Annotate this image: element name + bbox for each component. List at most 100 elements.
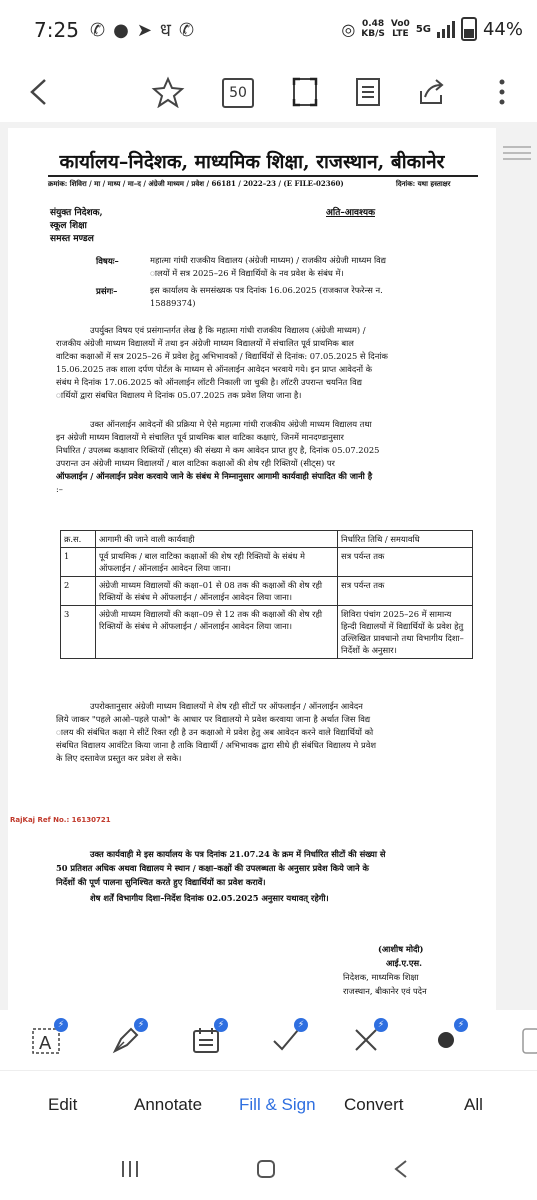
table-cell: 1 bbox=[60, 547, 96, 577]
page-zoom-button[interactable]: 50 bbox=[222, 78, 254, 108]
para2-line: निर्धारित / उपलब्ध कक्षावार रिक्तियों (स… bbox=[56, 445, 380, 455]
tab-all[interactable]: All bbox=[464, 1095, 483, 1115]
tab-edit[interactable]: Edit bbox=[48, 1095, 77, 1115]
premium-bolt-icon: ⚡ bbox=[294, 1018, 308, 1032]
fullscreen-button[interactable] bbox=[285, 72, 325, 112]
para4-line: निर्देशों की पूर्ण पालना सुनिश्चित करते … bbox=[56, 877, 266, 887]
ai-assistant-button[interactable] bbox=[148, 72, 188, 112]
context-label: प्रसंगः– bbox=[96, 287, 118, 297]
address-line-1: संयुक्त निदेशक, bbox=[50, 208, 103, 218]
sparkle-star-icon bbox=[151, 76, 185, 108]
signatory-name: (आशीष मोदी) bbox=[378, 944, 424, 954]
subject-line-1: महात्मा गांधी राजकीय विद्यालय (अंग्रेजी … bbox=[150, 255, 386, 265]
table-header: निर्धारित तिथि / समयावधि bbox=[337, 530, 473, 548]
tab-convert[interactable]: Convert bbox=[344, 1095, 404, 1115]
table-header-row: क्र.स. आगामी की जाने वाली कार्यवाही निर्… bbox=[60, 530, 473, 548]
para3-line: ालय की संबंधित कक्षा मे सीटें रिक्त रही … bbox=[56, 727, 374, 737]
system-nav-bar bbox=[0, 1140, 537, 1200]
document-viewer[interactable]: कार्यालय–निदेशक, माध्यमिक शिक्षा, राजस्थ… bbox=[0, 122, 537, 1010]
para3-line: के लिए दस्तावेज प्रस्तुत कर प्रवेश ले सक… bbox=[56, 753, 182, 763]
fill-sign-tools: A ⚡ ⚡ ⚡ ⚡ ⚡ ⚡ bbox=[0, 1010, 537, 1070]
home-icon bbox=[257, 1160, 275, 1178]
text-field-tool[interactable]: A ⚡ bbox=[24, 1018, 68, 1060]
bottom-tab-bar: Edit Annotate Fill & Sign Convert All bbox=[0, 1070, 537, 1141]
table-row: 3 अंग्रेजी माध्यम विद्यालयों की कक्षा–09… bbox=[60, 605, 473, 659]
para3-line: संबधित विद्यालय आवंटित किया जाना है ताकि… bbox=[56, 740, 376, 750]
context-line-1: इस कार्यालय के समसंख्यक पत्र दिनांक 16.0… bbox=[150, 285, 383, 295]
back-button[interactable] bbox=[18, 72, 58, 112]
para4-line: शेष शर्तें विभागीय दिशा–निर्देश दिनांक 0… bbox=[90, 893, 329, 903]
share-button[interactable] bbox=[412, 72, 452, 112]
document-list-icon bbox=[356, 78, 380, 106]
signature-tool[interactable]: ⚡ bbox=[104, 1018, 148, 1060]
para2-line: उपरान्त उन अंग्रेजी माध्यम विद्यालयों / … bbox=[56, 458, 335, 468]
tab-fill-sign[interactable]: Fill & Sign bbox=[239, 1095, 316, 1115]
back-arrow-icon bbox=[30, 79, 46, 105]
net-speed: 0.48 KB/S bbox=[361, 19, 385, 39]
network-type: 5G bbox=[415, 23, 431, 35]
para1-line: उपर्युक्त विषय एवं प्रसंगान्तर्गत लेख है… bbox=[90, 325, 366, 335]
table-cell: अंग्रेजी माध्यम विद्यालयों की कक्षा–09 स… bbox=[95, 605, 338, 659]
recent-apps-icon bbox=[122, 1161, 138, 1177]
tab-annotate[interactable]: Annotate bbox=[134, 1095, 202, 1115]
status-bar: 7:25 ✆●➤ध✆ ◎ 0.48 KB/S Vo0 LTE 5G 44% bbox=[0, 0, 537, 62]
svg-text:A: A bbox=[39, 1033, 52, 1054]
date-tool[interactable]: ⚡ bbox=[184, 1018, 228, 1060]
signal-icon bbox=[436, 20, 455, 38]
signatory-location: राजस्थान, बीकानेर एवं पदेन bbox=[343, 986, 427, 996]
table-row: 1 पूर्व प्राथमिक / बाल वाटिका कक्षाओं की… bbox=[60, 547, 473, 577]
recent-apps-button[interactable] bbox=[118, 1158, 142, 1184]
table-cell: शिविरा पंचांग 2025–26 में सामान्य हिन्दी… bbox=[337, 605, 473, 659]
table-cell: सत्र पर्यन्त तक bbox=[337, 576, 473, 606]
premium-bolt-icon: ⚡ bbox=[454, 1018, 468, 1032]
subject-label: विषयः– bbox=[96, 257, 119, 267]
reference-number: क्रमांक: शिविरा / मा / माध्य / मा–द / अं… bbox=[48, 179, 344, 188]
table-cell: पूर्व प्राथमिक / बाल वाटिका कक्षाओं की श… bbox=[95, 547, 338, 577]
document-page: कार्यालय–निदेशक, माध्यमिक शिक्षा, राजस्थ… bbox=[8, 128, 496, 1010]
battery-icon bbox=[460, 17, 477, 41]
top-toolbar: 50 bbox=[0, 62, 537, 122]
more-options-button[interactable] bbox=[482, 72, 522, 112]
para1-line: संबंध मे दिनांक 17.06.2025 को ऑनलाईन लॉट… bbox=[56, 377, 362, 387]
para2-line: :– bbox=[56, 484, 63, 494]
more-tools-tool[interactable] bbox=[500, 1020, 537, 1060]
table-header: क्र.स. bbox=[60, 530, 96, 548]
context-line-2: 15889374) bbox=[150, 298, 196, 308]
subject-line-2: ालयों में सत्र 2025–26 में विद्यार्थियों… bbox=[150, 268, 344, 278]
table-cell: अंग्रेजी माध्यम विद्यालयों की कक्षा–01 स… bbox=[95, 576, 338, 606]
cross-tool[interactable]: ⚡ bbox=[344, 1018, 388, 1060]
home-button[interactable] bbox=[255, 1158, 277, 1184]
share-icon bbox=[420, 79, 444, 104]
para2-line: उक्त ऑनलाईन आवेदनों की प्रक्रिया मे ऐसे … bbox=[90, 419, 372, 429]
status-right: ◎ 0.48 KB/S Vo0 LTE 5G 44% bbox=[341, 17, 523, 41]
table-cell: 3 bbox=[60, 605, 96, 659]
app-icon: ध bbox=[159, 20, 179, 41]
urgent-label: अति–आवश्यक bbox=[326, 208, 375, 218]
table-header: आगामी की जाने वाली कार्यवाही bbox=[95, 530, 338, 548]
zoom-label: 50 bbox=[229, 85, 247, 101]
para1-line: ार्थियों द्वारा संबधित विद्यालय मे दिनां… bbox=[56, 390, 302, 400]
para3-line: लिये जाकर "पहले आओ–पहले पाओ" के आधार पर … bbox=[56, 714, 371, 724]
chat-icon: ● bbox=[113, 20, 137, 41]
page-view-button[interactable] bbox=[348, 72, 388, 112]
alarm-icon: ◎ bbox=[341, 19, 356, 39]
premium-bolt-icon: ⚡ bbox=[54, 1018, 68, 1032]
call-icon: ✆ bbox=[178, 20, 203, 41]
rajkaj-reference: RajKaj Ref No.: 16130721 bbox=[10, 816, 111, 824]
para2-line: इन अंग्रेजी माध्यम विद्यालयों मे संचालित… bbox=[56, 432, 344, 442]
reference-date: दिनांक: यथा हस्ताक्षर bbox=[396, 179, 451, 188]
para1-line: 15.06.2025 तक शाला दर्पण पोर्टल के माध्य… bbox=[56, 364, 373, 374]
para3-line: उपरोक्तानुसार अंग्रेजी माध्यम विद्यालयों… bbox=[90, 701, 363, 711]
dot-tool[interactable]: ⚡ bbox=[424, 1018, 468, 1060]
partial-tool-icon bbox=[522, 1028, 537, 1054]
system-back-button[interactable] bbox=[390, 1158, 412, 1184]
checkmark-tool[interactable]: ⚡ bbox=[264, 1018, 308, 1060]
battery-percent: 44% bbox=[482, 18, 523, 40]
premium-bolt-icon: ⚡ bbox=[374, 1018, 388, 1032]
action-table: क्र.स. आगामी की जाने वाली कार्यवाही निर्… bbox=[60, 530, 473, 659]
volte-indicator: Vo0 LTE bbox=[390, 19, 410, 39]
back-triangle-icon bbox=[394, 1160, 407, 1178]
sidebar-toggle-icon[interactable] bbox=[503, 142, 531, 164]
premium-bolt-icon: ⚡ bbox=[134, 1018, 148, 1032]
fullscreen-icon bbox=[292, 77, 318, 107]
